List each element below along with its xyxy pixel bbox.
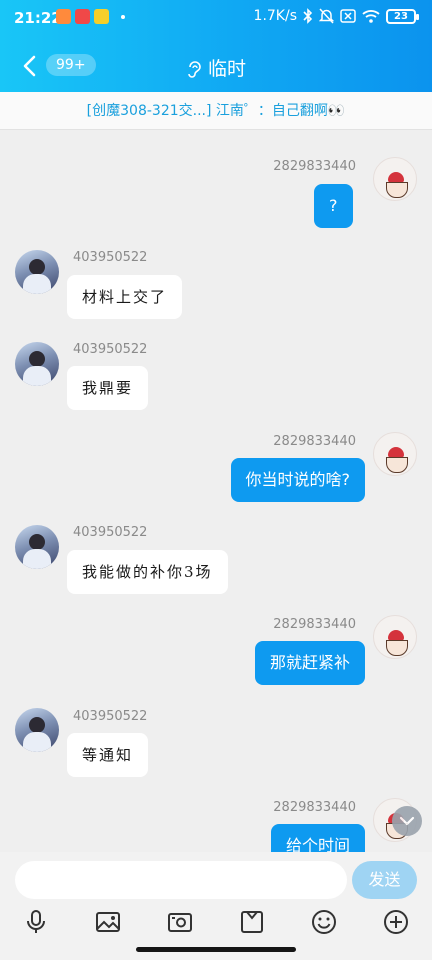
- mute-bell-icon: [319, 8, 334, 24]
- home-indicator-pill[interactable]: [136, 947, 296, 952]
- avatar[interactable]: [15, 708, 59, 752]
- file-icon[interactable]: [238, 908, 266, 936]
- message-bubble[interactable]: 我鼎要: [67, 366, 149, 410]
- sender-id: 2829833440: [273, 800, 356, 815]
- message-bubble[interactable]: 给个时间: [270, 824, 365, 852]
- plus-icon[interactable]: [382, 908, 410, 936]
- input-bar: 发送: [0, 852, 432, 908]
- input-toolbar: [0, 902, 432, 942]
- avatar[interactable]: [373, 432, 417, 476]
- nav-row: 99+ 临时: [0, 44, 432, 88]
- sender-id: 2829833440: [273, 617, 356, 632]
- chat-title: 临时: [0, 54, 432, 81]
- ear-icon: [188, 61, 201, 78]
- group-notice-banner[interactable]: [创魔308-321交...] 江南゜：自己翻啊👀: [0, 92, 432, 130]
- network-speed: 1.7K/s: [253, 8, 297, 24]
- message-input[interactable]: [15, 861, 347, 899]
- more-dot-icon: [121, 15, 125, 19]
- app-notification-icon: [94, 9, 109, 24]
- message-bubble[interactable]: ?: [314, 184, 353, 228]
- camera-icon[interactable]: [166, 908, 194, 936]
- sender-id: 403950522: [73, 250, 148, 265]
- wifi-icon: [362, 10, 380, 23]
- no-sim-icon: [340, 9, 356, 23]
- chevron-down-icon: [399, 816, 415, 826]
- message-bubble[interactable]: 等通知: [67, 733, 149, 777]
- message-bubble[interactable]: 那就赶紧补: [254, 641, 365, 685]
- sender-id: 2829833440: [273, 434, 356, 449]
- notice-text: [创魔308-321交...] 江南゜：自己翻啊👀: [86, 103, 346, 119]
- sender-id: 403950522: [73, 525, 148, 540]
- avatar[interactable]: [15, 525, 59, 569]
- avatar[interactable]: [15, 250, 59, 294]
- status-right: 1.7K/s 23: [253, 8, 419, 24]
- message-bubble[interactable]: 我能做的补你3场: [67, 550, 228, 594]
- sender-id: 403950522: [73, 709, 148, 724]
- sender-id: 2829833440: [273, 159, 356, 174]
- battery-icon: 23: [386, 8, 419, 24]
- avatar[interactable]: [373, 157, 417, 201]
- page-title: 临时: [207, 58, 246, 80]
- message-list[interactable]: 2829833440 ? 403950522 材料上交了 403950522 我…: [0, 130, 432, 852]
- scroll-to-bottom-button[interactable]: [392, 806, 422, 836]
- image-icon[interactable]: [94, 908, 122, 936]
- status-bar: 21:22 1.7K/s 23: [0, 0, 432, 34]
- bluetooth-icon: [303, 8, 313, 24]
- notification-icons: [56, 9, 125, 24]
- emoji-icon[interactable]: [310, 908, 338, 936]
- message-bubble[interactable]: 材料上交了: [67, 275, 183, 319]
- home-indicator: [0, 942, 432, 960]
- sender-id: 403950522: [73, 342, 148, 357]
- send-button[interactable]: 发送: [352, 861, 417, 899]
- avatar[interactable]: [373, 615, 417, 659]
- app-notification-icon: [56, 9, 71, 24]
- top-bar: 21:22 1.7K/s 23 99+ 临时: [0, 0, 432, 92]
- microphone-icon[interactable]: [22, 908, 50, 936]
- app-notification-icon: [75, 9, 90, 24]
- avatar[interactable]: [15, 342, 59, 386]
- status-time: 21:22: [14, 9, 62, 27]
- message-bubble[interactable]: 你当时说的啥?: [230, 458, 365, 502]
